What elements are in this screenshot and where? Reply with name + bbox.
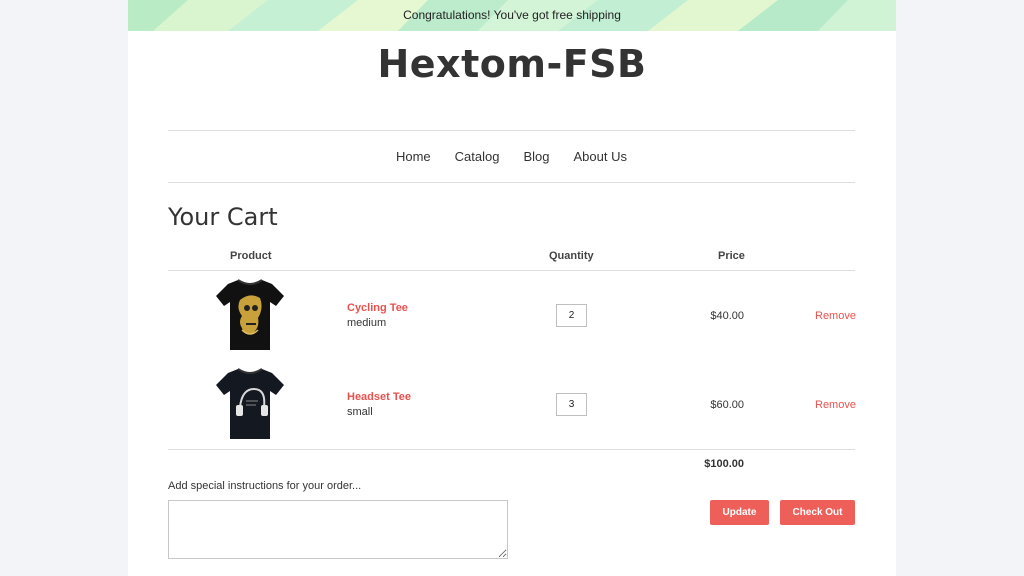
- nav-blog[interactable]: Blog: [523, 149, 549, 164]
- page-title: Your Cart: [168, 203, 278, 231]
- quantity-input[interactable]: [556, 304, 587, 327]
- product-name-link[interactable]: Headset Tee: [347, 391, 411, 403]
- header-divider: [168, 270, 855, 271]
- product-variant: medium: [347, 317, 387, 329]
- nav-bottom-divider: [168, 182, 855, 183]
- free-shipping-banner: Congratulations! You've got free shippin…: [128, 0, 896, 31]
- store-logo[interactable]: Hextom-FSB: [128, 42, 896, 86]
- banner-text: Congratulations! You've got free shippin…: [403, 8, 621, 22]
- remove-link[interactable]: Remove: [815, 310, 856, 322]
- nav-about-us[interactable]: About Us: [574, 149, 627, 164]
- product-name-link[interactable]: Cycling Tee: [347, 302, 408, 314]
- line-price: $60.00: [710, 399, 744, 411]
- black-tshirt-headphones-print-icon[interactable]: [216, 367, 284, 441]
- main-nav: Home Catalog Blog About Us: [168, 130, 855, 182]
- notes-label: Add special instructions for your order.…: [168, 480, 362, 492]
- quantity-input[interactable]: [556, 393, 587, 416]
- cart-total: $100.00: [704, 458, 744, 470]
- cart-row: Headset Tee small $60.00 Remove: [168, 367, 856, 455]
- items-bottom-divider: [168, 449, 855, 450]
- store-page: Congratulations! You've got free shippin…: [128, 0, 896, 576]
- nav-catalog[interactable]: Catalog: [455, 149, 500, 164]
- column-header-price: Price: [718, 250, 745, 262]
- column-header-quantity: Quantity: [549, 250, 594, 262]
- update-button[interactable]: Update: [710, 500, 769, 525]
- black-tshirt-skull-print-icon[interactable]: [216, 278, 284, 352]
- cart-row: Cycling Tee medium $40.00 Remove: [168, 278, 856, 366]
- order-notes-field[interactable]: [168, 500, 508, 559]
- column-header-product: Product: [230, 250, 272, 262]
- nav-home[interactable]: Home: [396, 149, 431, 164]
- remove-link[interactable]: Remove: [815, 399, 856, 411]
- checkout-button[interactable]: Check Out: [780, 500, 855, 525]
- product-variant: small: [347, 406, 373, 418]
- line-price: $40.00: [710, 310, 744, 322]
